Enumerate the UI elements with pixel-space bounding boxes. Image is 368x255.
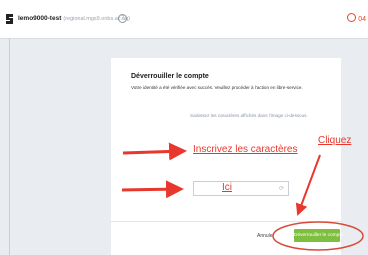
cancel-button[interactable]: Annuler [257, 233, 274, 239]
timer-value: 04 [358, 16, 366, 23]
clock-icon [347, 13, 357, 22]
session-timer: 04 [347, 13, 366, 23]
top-bar: lemo9000-test (regional.mgs9.onbs.ac.aq) … [0, 0, 368, 39]
app-title: lemo9000-test (regional.mgs9.onbs.ac.aq) [18, 15, 130, 22]
unlock-account-button[interactable]: Déverrouiller le compte [294, 229, 343, 242]
captcha-input[interactable]: ⟳ [193, 181, 289, 196]
annotation-type-characters: Inscrivez les caractères [193, 144, 298, 155]
description-text: Votre identité a été vérifiée avec succè… [131, 85, 303, 90]
app-logo-icon [6, 14, 13, 24]
app-name: lemo9000-test [18, 15, 62, 22]
unlock-account-panel: Déverrouiller le compte Votre identité a… [111, 58, 343, 255]
annotation-here: Ici [222, 182, 232, 193]
annotation-click: Cliquez [318, 135, 352, 146]
captcha-instruction: Saisissez les caractères affichés dans l… [190, 113, 308, 118]
left-border [9, 38, 10, 255]
refresh-icon[interactable]: ⟳ [279, 185, 284, 192]
help-icon[interactable]: ? [118, 14, 127, 23]
footer-divider [111, 221, 341, 222]
page-title: Déverrouiller le compte [131, 73, 209, 80]
